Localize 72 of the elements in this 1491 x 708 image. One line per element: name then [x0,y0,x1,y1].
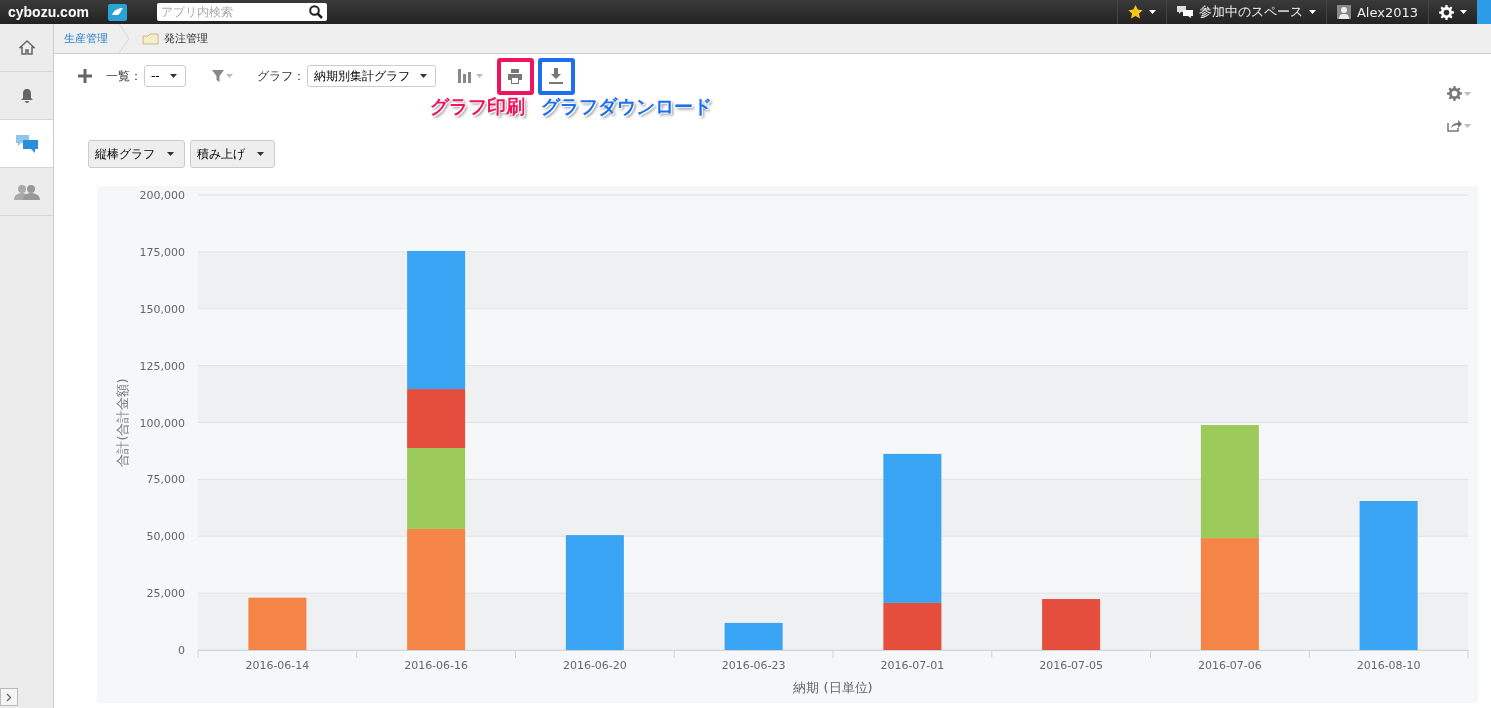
annotation-label: グラフ印刷 [430,94,525,119]
home-icon [18,40,35,55]
star-icon [1127,5,1143,19]
bar-segment [248,597,307,650]
plus-icon [78,69,92,83]
chat-icon [1176,6,1193,18]
y-tick-label: 50,000 [146,530,185,544]
x-tick-label: 2016-07-01 [880,659,945,672]
y-tick-label: 0 [178,644,185,657]
filter-icon [211,70,224,82]
caret-icon [475,74,483,78]
y-tick-label: 100,000 [139,416,185,430]
caret-icon [1460,10,1467,14]
caret-icon [1464,91,1471,96]
logo[interactable]: cybozu.com [8,4,108,20]
chart-option-select[interactable]: 縦棒グラフ [88,140,185,168]
x-tick-label: 2016-06-23 [721,659,786,672]
printer-icon [507,68,524,84]
y-axis-title: 合計(合計金額) [115,378,130,467]
app-icon[interactable] [108,3,127,21]
avatar-icon [1336,5,1351,19]
chat-icon [14,134,39,153]
chart-option-select[interactable]: 積み上げ [190,140,275,168]
graph-select[interactable]: 納期別集計グラフ [306,65,436,87]
share-button[interactable] [1447,119,1471,132]
sidebar-item[interactable] [0,120,53,168]
expand-button[interactable] [0,688,18,706]
search-icon [309,5,323,19]
settings-icon [1447,86,1462,101]
caret-icon [1308,10,1316,14]
caret-icon [169,74,177,78]
x-tick-label: 2016-06-16 [404,659,469,672]
download-icon [548,68,565,84]
x-tick-label: 2016-06-14 [245,659,310,672]
caret-icon [419,74,427,78]
view-label: 一覧： [106,67,142,85]
chart-type-button[interactable] [457,69,483,83]
people-icon [13,183,40,200]
settings-icon [1439,4,1454,20]
folder-icon [142,32,159,45]
y-tick-label: 125,000 [139,359,185,373]
annotation-label: グラフダウンロード [541,94,712,119]
print-button[interactable] [496,57,534,95]
graph-label: グラフ： [256,67,305,85]
search-field[interactable]: アプリ内検索 [157,3,327,21]
download-button[interactable] [537,57,575,95]
breadcrumb-link[interactable]: 生産管理 [54,31,118,46]
caret-icon [225,74,233,78]
share-icon [1447,119,1462,132]
add-button[interactable] [78,69,92,83]
x-axis-title: 納期 (日単位) [793,680,873,695]
y-tick-label: 175,000 [139,245,185,259]
breadcrumb-current: 発注管理 [164,31,208,46]
y-tick-label: 150,000 [139,302,185,316]
bell-icon [19,88,34,103]
settings-button[interactable] [1447,86,1471,101]
caret-icon [1464,123,1471,128]
y-tick-label: 200,000 [139,189,185,202]
caret-icon [257,152,264,156]
caret-icon [1148,10,1156,14]
y-tick-label: 75,000 [146,473,185,487]
x-tick-label: 2016-06-20 [562,659,627,672]
filter-button[interactable] [211,70,233,82]
view-select[interactable]: -- [144,65,186,87]
x-tick-label: 2016-08-10 [1356,659,1421,672]
x-tick-label: 2016-07-05 [1039,659,1104,672]
x-tick-label: 2016-07-06 [1197,659,1262,672]
y-tick-label: 25,000 [146,587,185,601]
bar-segment [1042,599,1101,650]
bar-chart-icon [457,69,474,83]
chevron-icon [6,692,12,702]
caret-icon [167,152,174,156]
